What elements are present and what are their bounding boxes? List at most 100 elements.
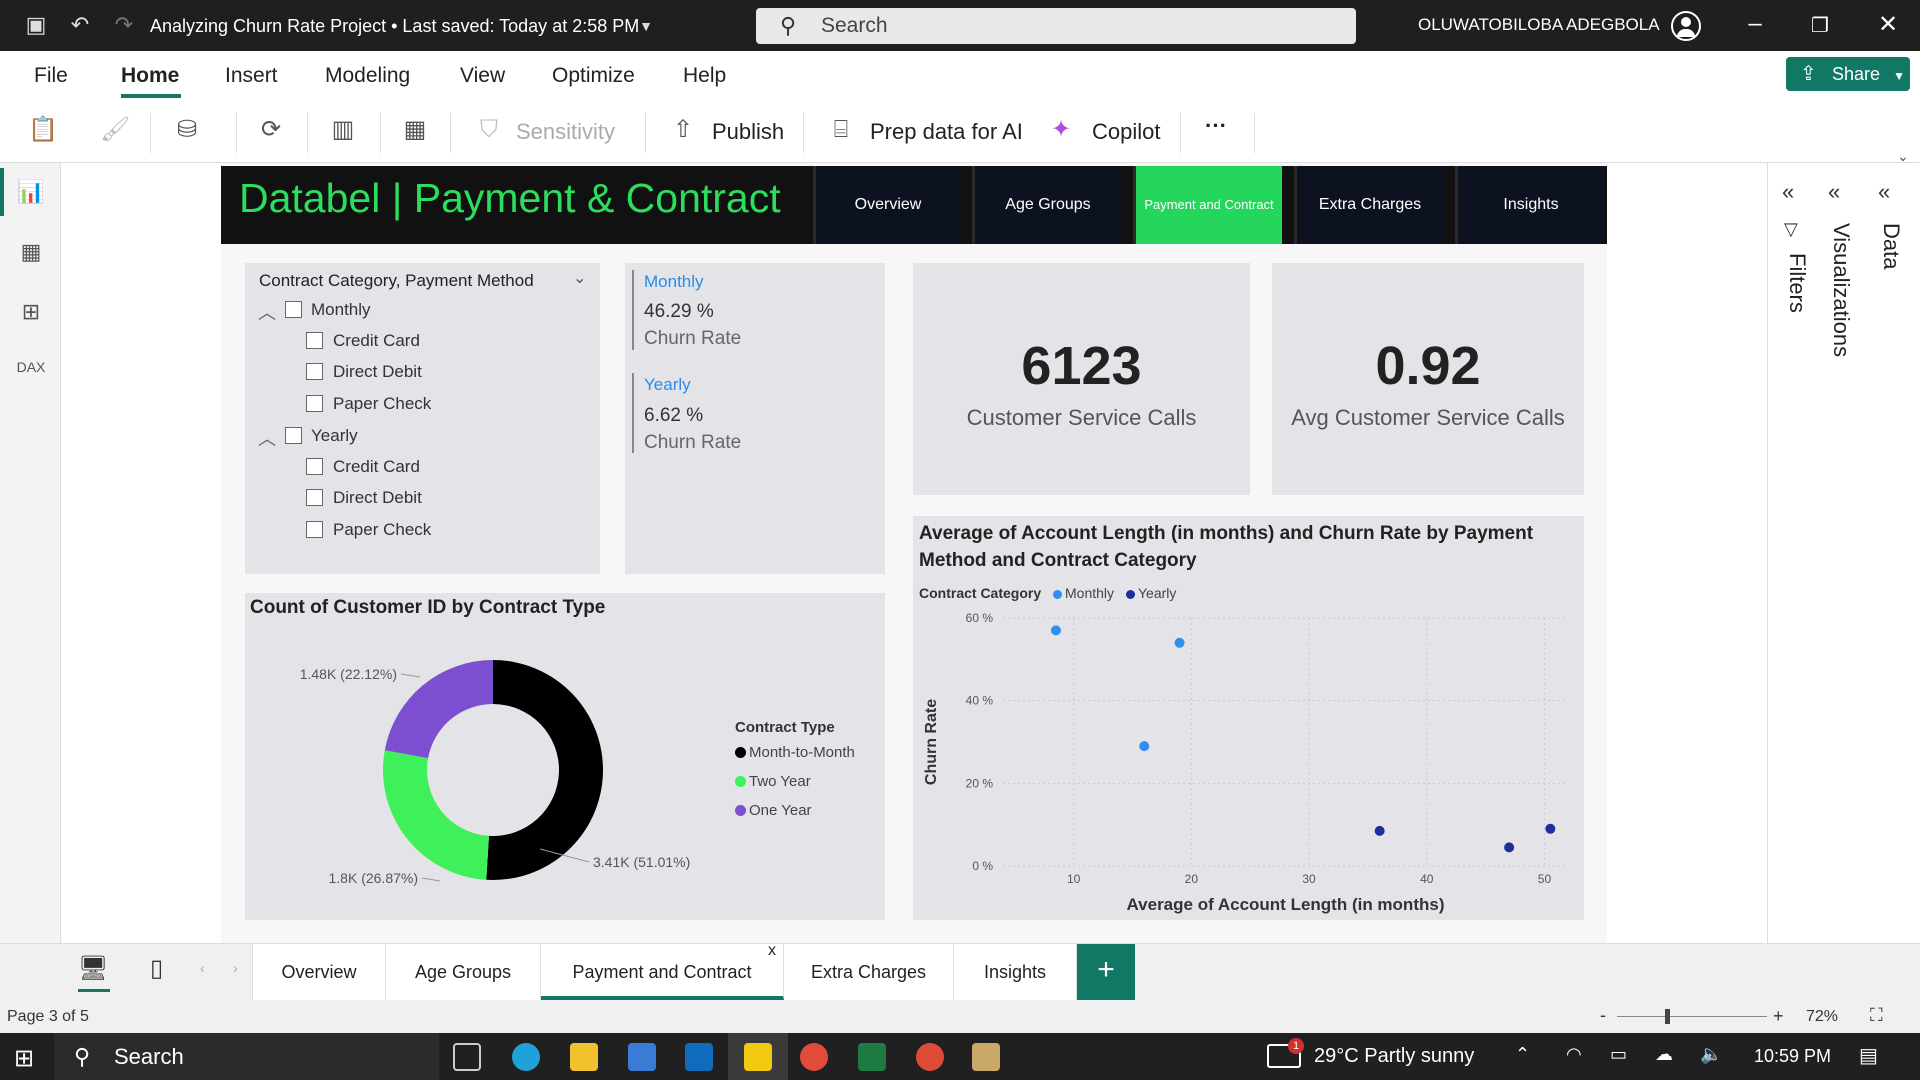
chrome-icon[interactable]	[800, 1043, 828, 1071]
taskbar-search[interactable]: ⚲ Search	[54, 1033, 439, 1080]
checkbox[interactable]	[306, 489, 323, 506]
checkbox-monthly[interactable]	[285, 301, 302, 318]
onedrive-icon[interactable]: ☁	[1655, 1044, 1673, 1065]
publish-icon[interactable]: ⇧	[668, 115, 698, 145]
store-icon[interactable]	[628, 1043, 656, 1071]
expand-data-icon[interactable]: «	[1878, 179, 1890, 205]
chevron-up-icon[interactable]: ⌃	[1515, 1044, 1530, 1065]
donut-slice[interactable]	[384, 660, 493, 759]
zoom-slider-thumb[interactable]	[1665, 1009, 1670, 1024]
nav-button-insights[interactable]: Insights	[1455, 166, 1604, 244]
table-view-icon[interactable]: ▦	[16, 239, 46, 269]
menu-optimize[interactable]: Optimize	[552, 64, 635, 88]
new-visual-icon[interactable]: ▥	[328, 115, 358, 145]
file-explorer-icon[interactable]	[570, 1043, 598, 1071]
redo-icon[interactable]: ↷	[110, 11, 138, 39]
share-button[interactable]: ⇪ Share ▼	[1786, 57, 1910, 91]
zoom-in-button[interactable]: +	[1773, 1006, 1784, 1027]
nav-button-payment-and-contract[interactable]: Payment and Contract	[1133, 166, 1282, 244]
chevron-down-icon[interactable]: ⌄	[573, 268, 586, 288]
zoom-out-button[interactable]: -	[1600, 1005, 1606, 1026]
slicer-item[interactable]: Credit Card	[333, 331, 420, 351]
volume-icon[interactable]: 🔈	[1700, 1044, 1722, 1065]
nav-button-extra-charges[interactable]: Extra Charges	[1294, 166, 1443, 244]
menu-home[interactable]: Home	[121, 64, 179, 88]
sensitivity-button[interactable]: Sensitivity	[516, 119, 615, 145]
model-view-icon[interactable]: ⊞	[16, 299, 46, 329]
sensitivity-icon[interactable]: ⛉	[474, 115, 504, 145]
add-page-button[interactable]: +	[1077, 944, 1135, 1000]
calculator-icon[interactable]: ▦	[400, 115, 430, 145]
more-options-button[interactable]: ···	[1205, 113, 1227, 139]
power-bi-icon[interactable]	[744, 1043, 772, 1071]
get-data-icon[interactable]: ⛁	[172, 115, 202, 145]
outlook-icon[interactable]	[685, 1043, 713, 1071]
task-view-icon[interactable]	[453, 1043, 481, 1071]
legend-item-monthly[interactable]: Monthly	[1053, 585, 1114, 601]
donut-slice[interactable]	[486, 660, 603, 880]
desktop-layout-icon[interactable]: 🖥	[78, 954, 108, 983]
minimize-button[interactable]: –	[1735, 10, 1775, 38]
tab-overview[interactable]: Overview	[252, 944, 386, 1000]
zoom-slider-track[interactable]	[1617, 1016, 1767, 1017]
menu-view[interactable]: View	[460, 64, 505, 88]
legend-item-two-year[interactable]: Two Year	[735, 773, 811, 790]
scroll-right-icon[interactable]: ›	[233, 960, 238, 976]
avatar[interactable]	[1671, 11, 1701, 41]
slicer-item[interactable]: Credit Card	[333, 457, 420, 477]
data-pane-label[interactable]: Data	[1878, 223, 1904, 269]
legend-item-yearly[interactable]: Yearly	[1126, 585, 1176, 601]
collapse-caret-icon[interactable]: ︿	[258, 299, 276, 325]
chrome-profile-icon[interactable]	[916, 1043, 944, 1071]
excel-icon[interactable]	[858, 1043, 886, 1071]
checkbox[interactable]	[306, 395, 323, 412]
nav-button-age-groups[interactable]: Age Groups	[972, 166, 1121, 244]
checkbox[interactable]	[306, 363, 323, 380]
app-icon[interactable]	[972, 1043, 1000, 1071]
search-box[interactable]: ⚲ Search	[756, 8, 1356, 44]
checkbox-yearly[interactable]	[285, 427, 302, 444]
checkbox[interactable]	[306, 458, 323, 475]
copilot-button[interactable]: Copilot	[1092, 119, 1160, 145]
slicer-item[interactable]: Direct Debit	[333, 488, 422, 508]
tab-age-groups[interactable]: Age Groups	[386, 944, 541, 1000]
weather-text[interactable]: 29°C Partly sunny	[1314, 1045, 1474, 1068]
donut-chart[interactable]: 3.41K (51.01%) 1.8K (26.87%) 1.48K (22.12%…	[245, 625, 885, 915]
nav-button-overview[interactable]: Overview	[813, 166, 960, 244]
slicer-group-monthly[interactable]: Monthly	[311, 300, 371, 320]
collapse-caret-icon[interactable]: ︿	[258, 425, 276, 451]
undo-icon[interactable]: ↶	[66, 11, 94, 39]
scatter-point[interactable]	[1545, 823, 1556, 834]
scatter-point[interactable]	[1050, 625, 1061, 636]
prep-data-icon[interactable]: ⌸	[826, 115, 856, 145]
chevron-down-icon[interactable]: ▼	[632, 12, 660, 40]
donut-slice[interactable]	[383, 750, 489, 880]
tab-payment-and-contract[interactable]: Payment and Contract	[541, 944, 784, 1000]
edge-icon[interactable]	[512, 1043, 540, 1071]
publish-button[interactable]: Publish	[712, 119, 784, 145]
checkbox[interactable]	[306, 332, 323, 349]
report-view-icon[interactable]: 📊	[16, 179, 46, 209]
tab-extra-charges[interactable]: Extra Charges	[784, 944, 954, 1000]
notifications-icon[interactable]: ▤	[1859, 1043, 1878, 1068]
scatter-chart[interactable]: 0 % 20 % 40 % 60 % 10 20 30 40 50 Average of Acco…	[913, 608, 1584, 918]
expand-filters-icon[interactable]: «	[1782, 179, 1794, 205]
legend-item-month-to-month[interactable]: Month-to-Month	[735, 744, 855, 761]
save-icon[interactable]: ▣	[22, 11, 50, 39]
zoom-level[interactable]: 72%	[1806, 1008, 1838, 1026]
scatter-point[interactable]	[1504, 842, 1515, 853]
expand-visualizations-icon[interactable]: «	[1828, 179, 1840, 205]
tab-insights[interactable]: Insights	[954, 944, 1077, 1000]
slicer-item[interactable]: Paper Check	[333, 520, 431, 540]
slicer-item[interactable]: Paper Check	[333, 394, 431, 414]
close-button[interactable]: ✕	[1868, 10, 1908, 39]
slicer-item[interactable]: Direct Debit	[333, 362, 422, 382]
windows-start-icon[interactable]: ⊞	[14, 1044, 34, 1073]
visualizations-pane-label[interactable]: Visualizations	[1828, 223, 1854, 357]
battery-icon[interactable]: ▭	[1610, 1044, 1627, 1065]
scatter-point[interactable]	[1374, 825, 1385, 836]
checkbox[interactable]	[306, 521, 323, 538]
format-painter-icon[interactable]: 🖌	[100, 115, 130, 145]
copilot-icon[interactable]: ✦	[1046, 115, 1076, 145]
menu-help[interactable]: Help	[683, 64, 726, 88]
